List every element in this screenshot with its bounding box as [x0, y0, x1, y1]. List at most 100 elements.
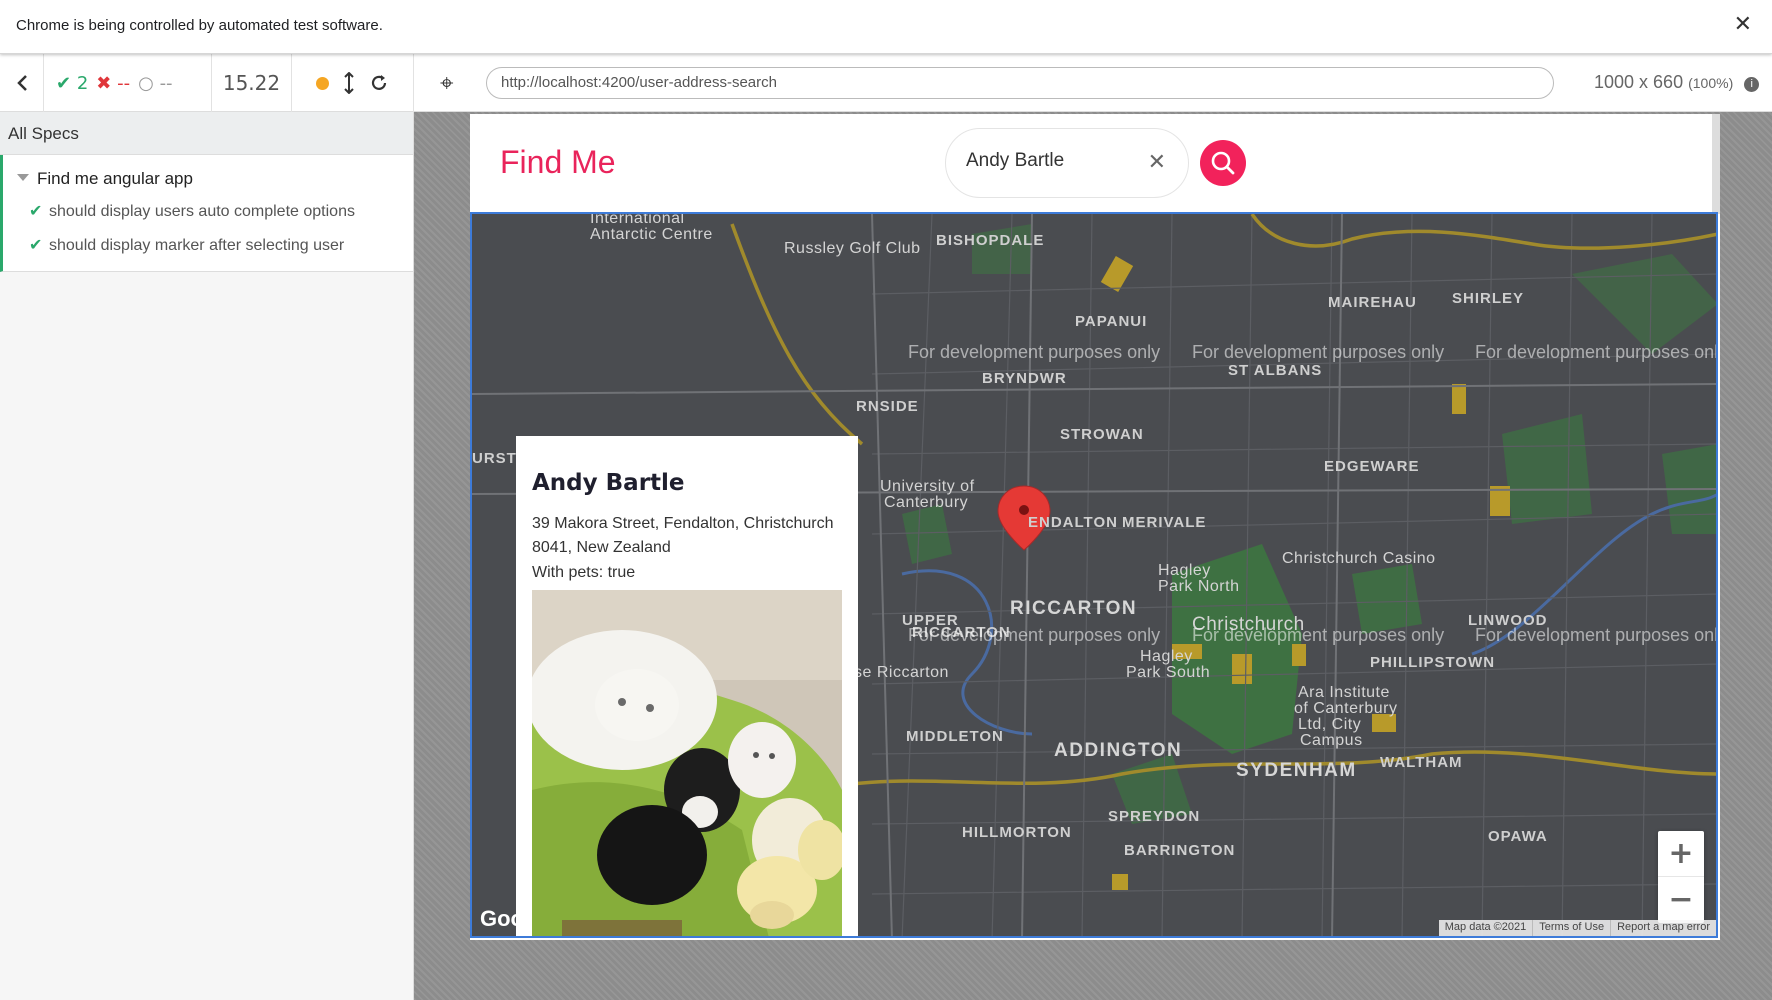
check-icon: ✔ — [56, 72, 72, 94]
check-icon: ✔ — [29, 203, 43, 220]
duration: 15.22 — [212, 54, 292, 112]
user-pets: With pets: true — [532, 564, 636, 581]
brand-title: Find Me — [500, 144, 616, 180]
viewport-scale: (100%) — [1688, 75, 1734, 91]
pending-stat: ○ -- — [138, 73, 172, 94]
test-suite: Find me angular app ✔ should display user… — [0, 155, 413, 272]
map-label: Canterbury — [884, 494, 969, 511]
map-label: Russley Golf Club — [784, 240, 921, 257]
dev-watermark: For development purposes only — [1192, 342, 1445, 362]
map-label: Campus — [1300, 732, 1363, 749]
failed-count: -- — [117, 72, 131, 94]
suite-title-text: Find me angular app — [37, 169, 193, 188]
map-label: SPREYDON — [1108, 808, 1201, 825]
test-stats: ✔ 2 ✖ -- ○ -- — [44, 54, 212, 112]
map-label: BARRINGTON — [1124, 842, 1236, 859]
map-data-credit: Map data ©2021 — [1444, 921, 1527, 933]
circle-icon: ○ — [138, 72, 154, 94]
map-label: BRYNDWR — [982, 370, 1067, 387]
clear-icon[interactable]: ✕ — [1148, 150, 1166, 175]
back-button[interactable] — [0, 54, 44, 112]
map-label: SHIRLEY — [1452, 290, 1525, 307]
automation-banner-text: Chrome is being controlled by automated … — [16, 17, 383, 34]
map-label: PHILLIPSTOWN — [1370, 654, 1496, 671]
map-label: SYDENHAM — [1236, 760, 1357, 781]
pets-image-icon — [532, 590, 842, 936]
automation-banner: Chrome is being controlled by automated … — [0, 0, 1772, 54]
runner-toolbar: ✔ 2 ✖ -- ○ -- 15.22 ⌖ http://localhost:4… — [0, 54, 1772, 112]
info-icon[interactable]: i — [1744, 77, 1760, 92]
test-title: should display users auto complete optio… — [49, 203, 355, 220]
status-dot-icon — [316, 76, 329, 90]
map-label: URST — [472, 450, 517, 467]
failed-stat: ✖ -- — [96, 73, 130, 94]
map-label: Christchurch Casino — [1282, 550, 1436, 567]
map-label: ST ALBANS — [1228, 362, 1323, 379]
map-label: MIDDLETON — [906, 728, 1004, 745]
selector-playground-icon[interactable]: ⌖ — [440, 69, 454, 97]
caret-down-icon — [17, 174, 29, 181]
test-item[interactable]: ✔ should display users auto complete opti… — [3, 197, 413, 231]
suite-title[interactable]: Find me angular app — [3, 155, 413, 197]
search-icon — [1211, 151, 1235, 175]
viewport-info: 1000 x 660 (100%) i — [1594, 72, 1760, 93]
search-box: ✕ — [945, 128, 1189, 198]
dev-watermark: For development purposes only — [908, 342, 1161, 362]
map-label: Park South — [1126, 664, 1211, 681]
zoom-out-button[interactable]: − — [1658, 877, 1704, 923]
close-icon[interactable]: ✕ — [1734, 12, 1752, 37]
dev-watermark: For development purposes only — [908, 625, 1161, 645]
runner-controls — [292, 54, 414, 112]
all-specs-header[interactable]: All Specs — [0, 112, 413, 155]
cross-icon: ✖ — [96, 72, 112, 94]
restart-icon[interactable] — [369, 73, 389, 93]
dev-watermark: For development purposes only — [1475, 625, 1718, 645]
map-label: OPAWA — [1488, 828, 1548, 845]
map-label: Park North — [1158, 578, 1240, 595]
map-label: WALTHAM — [1380, 754, 1463, 771]
map-attribution: Map data ©2021 Terms of Use Report a map… — [1438, 920, 1716, 936]
url-bar-area: ⌖ http://localhost:4200/user-address-sea… — [414, 54, 1772, 112]
map-label: STROWAN — [1060, 426, 1144, 443]
specs-panel: All Specs Find me angular app ✔ should di… — [0, 112, 414, 1000]
user-address: 39 Makora Street, Fendalton, Christchurc… — [532, 515, 834, 556]
map-label: EDGEWARE — [1324, 458, 1420, 475]
chevron-left-icon — [16, 75, 27, 91]
dev-watermark: For development purposes only — [1192, 625, 1445, 645]
map-label: MAIREHAU — [1328, 294, 1417, 311]
map-label: ADDINGTON — [1054, 740, 1183, 761]
map-label: MERIVALE — [1122, 514, 1207, 531]
map-label: ENDALTON — [1028, 514, 1118, 531]
zoom-control: + − — [1658, 831, 1704, 923]
auto-scroll-icon[interactable] — [343, 72, 355, 94]
app-preview-area: Find Me ✕ — [414, 112, 1772, 1000]
passed-count: 2 — [76, 72, 89, 94]
scrollbar[interactable] — [1712, 114, 1720, 214]
map-label: se Riccarton — [854, 664, 949, 681]
url-input[interactable]: http://localhost:4200/user-address-searc… — [486, 67, 1554, 99]
user-name: Andy Bartle — [532, 470, 685, 496]
zoom-in-button[interactable]: + — [1658, 831, 1704, 877]
app-header: Find Me ✕ — [470, 114, 1712, 212]
search-input[interactable] — [966, 150, 1136, 172]
report-error-link[interactable]: Report a map error — [1610, 920, 1716, 936]
passed-stat: ✔ 2 — [56, 73, 88, 94]
pet-photo — [532, 590, 842, 936]
test-title: should display marker after selecting us… — [49, 237, 345, 254]
check-icon: ✔ — [29, 237, 43, 254]
map-label: PAPANUI — [1075, 313, 1148, 330]
terms-link[interactable]: Terms of Use — [1532, 920, 1610, 936]
map-label: HILLMORTON — [962, 824, 1072, 841]
map-label: Antarctic Centre — [590, 226, 713, 243]
test-item[interactable]: ✔ should display marker after selecting u… — [3, 231, 413, 265]
map-label: BISHOPDALE — [936, 232, 1045, 249]
dev-watermark: For development purposes only — [1475, 342, 1718, 362]
map-label: RICCARTON — [1010, 598, 1138, 619]
app-frame: Find Me ✕ — [470, 114, 1720, 940]
map[interactable]: International Antarctic Centre Russley G… — [470, 212, 1718, 938]
search-button[interactable] — [1200, 140, 1246, 186]
pending-count: -- — [159, 72, 173, 94]
user-info-card: Andy Bartle 39 Makora Street, Fendalton,… — [516, 436, 858, 936]
map-label: RNSIDE — [856, 398, 919, 415]
viewport-size: 1000 x 660 — [1594, 72, 1684, 92]
